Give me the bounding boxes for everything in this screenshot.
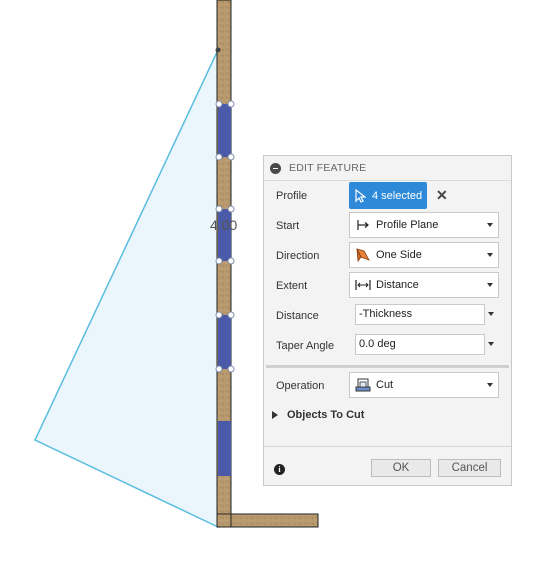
direction-row: Direction One Side — [264, 242, 511, 270]
selected-profile-3[interactable] — [218, 315, 231, 369]
distance-label: Distance — [276, 310, 319, 322]
info-icon[interactable]: i — [274, 464, 285, 475]
objects-to-cut-toggle[interactable]: Objects To Cut — [272, 409, 364, 421]
selected-profile-1[interactable] — [218, 104, 231, 157]
direction-dropdown[interactable]: One Side — [349, 242, 499, 268]
panel-header: EDIT FEATURE — [264, 156, 511, 181]
profile-row: Profile 4 selected ✕ — [264, 182, 511, 210]
one-side-icon — [353, 245, 373, 265]
chevron-down-icon — [487, 283, 493, 287]
sketch-point[interactable] — [215, 47, 221, 53]
objects-to-cut-label: Objects To Cut — [287, 409, 365, 421]
chevron-down-icon[interactable] — [488, 312, 494, 316]
direction-label: Direction — [276, 250, 320, 262]
start-value: Profile Plane — [376, 219, 439, 231]
chevron-down-icon — [487, 383, 493, 387]
start-row: Start Profile Plane — [264, 212, 511, 240]
close-icon[interactable]: ✕ — [436, 187, 448, 204]
distance-row: Distance -Thickness — [264, 302, 511, 330]
profile-selection-count: 4 selected — [372, 189, 423, 202]
start-label: Start — [276, 220, 300, 232]
profile-label: Profile — [276, 190, 308, 202]
extent-value: Distance — [376, 279, 419, 291]
selected-profile-4[interactable] — [218, 421, 231, 476]
profile-plane-icon — [353, 215, 373, 235]
base-board[interactable] — [216, 513, 319, 528]
taper-angle-input[interactable]: 0.0 deg — [355, 334, 485, 355]
cancel-button[interactable]: Cancel — [438, 459, 501, 477]
ok-button[interactable]: OK — [371, 459, 431, 477]
operation-dropdown[interactable]: Cut — [349, 372, 499, 398]
edit-feature-panel: EDIT FEATURE Profile 4 selected ✕ Start … — [263, 155, 512, 486]
taper-angle-label: Taper Angle — [276, 340, 335, 352]
chevron-down-icon — [487, 223, 493, 227]
section-divider — [266, 365, 509, 368]
expand-triangle-icon — [272, 411, 278, 419]
extent-row: Extent Distance — [264, 272, 511, 300]
panel-title: EDIT FEATURE — [289, 162, 367, 174]
dimension-label[interactable]: 4.00 — [210, 217, 237, 233]
distance-input[interactable]: -Thickness — [355, 304, 485, 325]
operation-row: Operation Cut — [264, 372, 511, 400]
sketch-plane[interactable] — [34, 49, 219, 529]
operation-label: Operation — [276, 380, 325, 392]
direction-value: One Side — [376, 249, 422, 261]
taper-angle-row: Taper Angle 0.0 deg — [264, 332, 511, 360]
distance-icon — [353, 275, 373, 295]
profile-selection-button[interactable]: 4 selected — [349, 182, 427, 209]
collapse-icon[interactable] — [270, 162, 281, 174]
start-dropdown[interactable]: Profile Plane — [349, 212, 499, 238]
extent-label: Extent — [276, 280, 308, 292]
cursor-arrow-icon — [355, 188, 366, 203]
panel-footer: i OK Cancel — [264, 446, 511, 487]
cut-icon — [353, 375, 373, 395]
extent-dropdown[interactable]: Distance — [349, 272, 499, 298]
operation-value: Cut — [376, 379, 394, 391]
chevron-down-icon[interactable] — [488, 342, 494, 346]
chevron-down-icon — [487, 253, 493, 257]
